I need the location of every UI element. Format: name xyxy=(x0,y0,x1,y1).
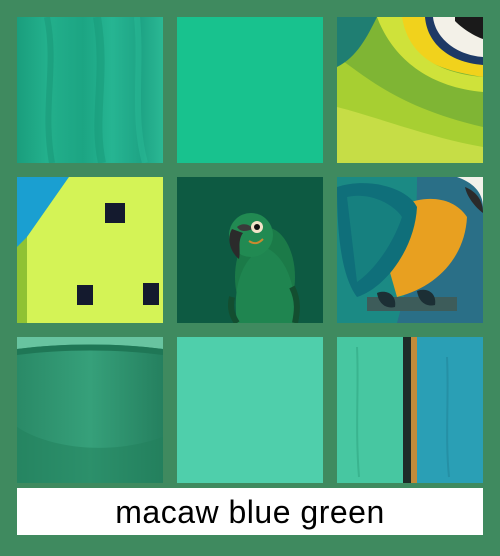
swatch-painted-wood xyxy=(337,337,483,483)
solid-aqua-block xyxy=(177,337,323,483)
swatch-lime-house xyxy=(17,177,163,323)
swatch-solid-aqua xyxy=(177,337,323,483)
green-parrot-image xyxy=(177,177,323,323)
swatch-green-mug xyxy=(17,337,163,483)
swatch-blue-gold-macaw xyxy=(337,177,483,323)
parrot-feathers-image xyxy=(337,17,483,163)
swatch-green-parrot xyxy=(177,177,323,323)
swatch-teal-fabric xyxy=(17,17,163,163)
green-mug-image xyxy=(17,337,163,483)
painted-wood-image xyxy=(337,337,483,483)
blue-gold-macaw-image xyxy=(337,177,483,323)
swatch-solid-green xyxy=(177,17,323,163)
teal-fabric-image xyxy=(17,17,163,163)
swatch-parrot-feathers xyxy=(337,17,483,163)
moodboard: macaw blue green xyxy=(0,0,500,556)
lime-house-image xyxy=(17,177,163,323)
caption-title: macaw blue green xyxy=(115,493,385,530)
caption-bar: macaw blue green xyxy=(17,488,483,535)
solid-green-block xyxy=(177,17,323,163)
